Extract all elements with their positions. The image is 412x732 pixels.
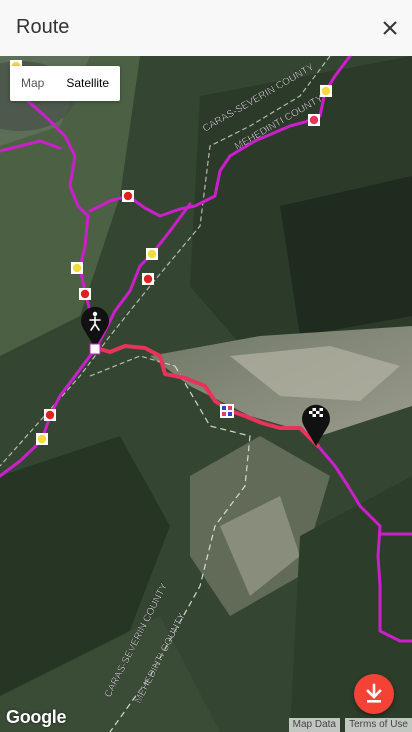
page-title: Route bbox=[16, 16, 70, 38]
map-type-satellite-button[interactable]: Satellite bbox=[55, 66, 120, 101]
poi-marker-red[interactable] bbox=[79, 288, 91, 300]
poi-marker-red[interactable] bbox=[122, 190, 134, 202]
map-type-control: Map Satellite bbox=[10, 66, 121, 101]
map-type-map-button[interactable]: Map bbox=[10, 66, 55, 101]
app-header: Route bbox=[0, 0, 412, 56]
poi-marker-yellow[interactable] bbox=[71, 262, 83, 274]
poi-marker-yellow[interactable] bbox=[146, 248, 158, 260]
google-logo: Google bbox=[6, 707, 67, 727]
close-icon bbox=[383, 21, 397, 35]
satellite-imagery: CARAS-SEVERIN COUNTY MEHEDINTI COUNTY CA… bbox=[0, 56, 412, 732]
poi-marker-yellow[interactable] bbox=[36, 433, 48, 445]
checkered-flag-icon bbox=[309, 408, 323, 417]
poi-marker-yellow[interactable] bbox=[320, 85, 332, 97]
poi-marker-pink[interactable] bbox=[308, 114, 320, 126]
poi-marker-red[interactable] bbox=[44, 409, 56, 421]
poi-marker-blue[interactable] bbox=[220, 404, 234, 418]
download-button[interactable] bbox=[354, 674, 394, 714]
close-button[interactable] bbox=[376, 14, 404, 42]
download-icon bbox=[366, 683, 382, 703]
map-data-link[interactable]: Map Data bbox=[288, 718, 340, 732]
map-view[interactable]: CARAS-SEVERIN COUNTY MEHEDINTI COUNTY CA… bbox=[0, 56, 412, 732]
terms-of-use-link[interactable]: Terms of Use bbox=[345, 718, 412, 732]
poi-marker-red[interactable] bbox=[142, 273, 154, 285]
